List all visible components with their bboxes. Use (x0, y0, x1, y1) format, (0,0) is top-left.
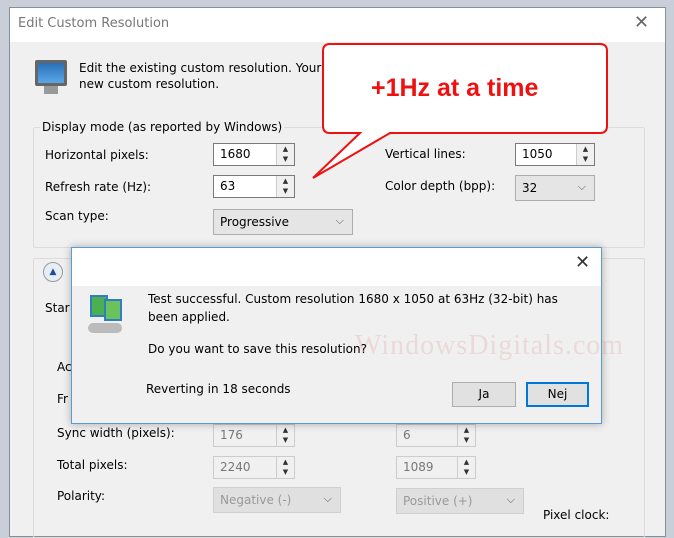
total-pixels-v-input: 1089 ▲ ▼ (396, 456, 476, 479)
sync-width-label: Sync width (pixels): (57, 426, 175, 440)
window-title: Edit Custom Resolution (18, 16, 170, 31)
monitor-stand-icon (44, 86, 58, 94)
scan-type-label: Scan type: (45, 209, 109, 223)
sync-width-h-input: 176 ▲ ▼ (213, 424, 295, 447)
dialog-question: Do you want to save this resolution? (148, 342, 367, 356)
display-mode-label: Display mode (as reported by Windows) (40, 120, 285, 134)
spinner-icon: ▲ ▼ (276, 457, 294, 478)
intro-text-2: new custom resolution. (79, 77, 220, 91)
polarity-h-dropdown: Negative (-) ⌵ (213, 487, 341, 513)
chevron-down-icon: ⌵ (323, 492, 332, 505)
chevron-down-icon: ⌵ (335, 214, 344, 227)
polarity-label: Polarity: (57, 489, 106, 503)
title-bar: Edit Custom Resolution ✕ (10, 8, 665, 42)
spinner-icon[interactable]: ▲ ▼ (276, 176, 294, 197)
collapse-icon[interactable]: ▲ (43, 262, 63, 282)
dialog-message-1: Test successful. Custom resolution 1680 … (148, 292, 558, 306)
total-pixels-h-input: 2240 ▲ ▼ (213, 456, 295, 479)
intro-text-1: Edit the existing custom resolution. You… (79, 61, 322, 75)
dialog-message-2: been applied. (148, 310, 230, 324)
sync-width-v-input: 6 ▲ ▼ (396, 424, 476, 447)
horizontal-pixels-input[interactable]: 1680 ▲ ▼ (213, 143, 295, 166)
scan-type-dropdown[interactable]: Progressive ⌵ (213, 209, 353, 235)
standard-label-partial: Star (45, 301, 70, 315)
callout-text: +1Hz at a time (371, 74, 539, 102)
spinner-icon: ▲ ▼ (457, 425, 475, 446)
front-porch-label-partial: Fr (57, 392, 68, 406)
refresh-rate-input[interactable]: 63 ▲ ▼ (213, 175, 295, 198)
spinner-icon: ▲ ▼ (457, 457, 475, 478)
yes-button[interactable]: Ja (452, 382, 516, 407)
revert-countdown: Reverting in 18 seconds (146, 382, 291, 396)
close-icon[interactable]: ✕ (634, 12, 649, 33)
polarity-v-dropdown: Positive (+) ⌵ (396, 488, 524, 514)
total-pixels-label: Total pixels: (57, 458, 128, 472)
dialog-close-icon[interactable]: ✕ (575, 252, 590, 273)
horizontal-pixels-label: Horizontal pixels: (45, 148, 149, 162)
active-label-partial: Ac (57, 360, 72, 374)
no-button[interactable]: Nej (526, 382, 589, 407)
chevron-down-icon: ⌵ (506, 493, 515, 506)
spinner-icon[interactable]: ▲ ▼ (276, 144, 294, 165)
dialog-title-bar (72, 248, 601, 286)
spinner-icon: ▲ ▼ (276, 425, 294, 446)
callout-bubble (312, 43, 608, 179)
monitor-icon (35, 60, 67, 86)
refresh-rate-label: Refresh rate (Hz): (45, 180, 152, 194)
network-computers-icon (88, 295, 124, 337)
pixel-clock-label: Pixel clock: (543, 508, 610, 522)
watermark: WindowsDigitals.com (355, 330, 625, 361)
